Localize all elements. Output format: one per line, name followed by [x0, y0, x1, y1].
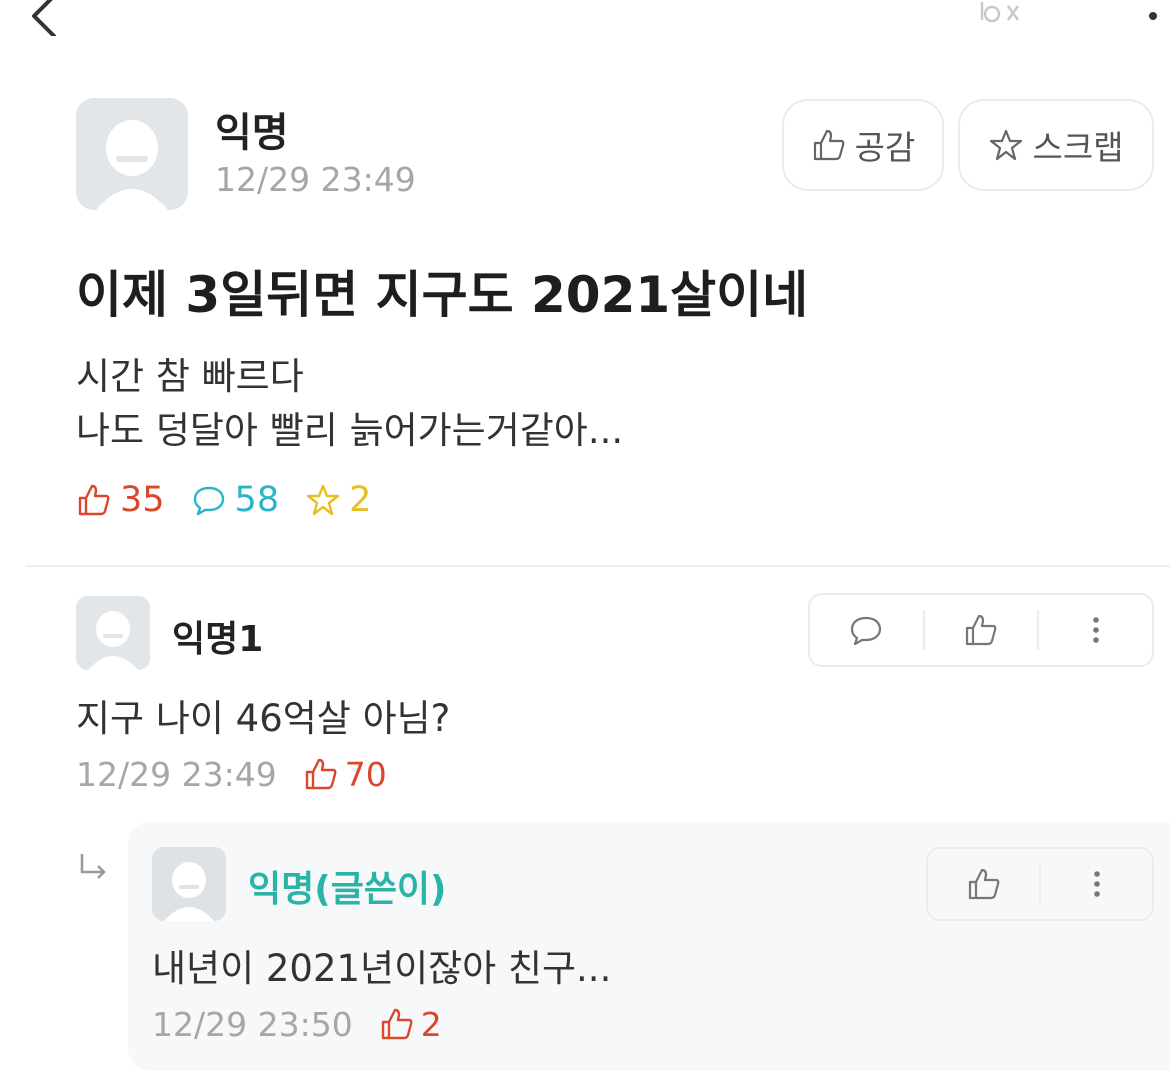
alarm-off-icon	[980, 2, 1020, 23]
like-count: 35	[76, 480, 165, 520]
section-divider	[26, 565, 1170, 567]
comment-actions	[808, 593, 1154, 667]
comment-timestamp: 12/29 23:49	[76, 754, 277, 794]
reply-author-avatar	[152, 847, 226, 921]
default-profile-icon	[76, 596, 150, 670]
like-post-button[interactable]: 공감	[782, 99, 944, 191]
comment-count-value: 58	[234, 480, 280, 520]
vertical-dots-icon	[1149, 12, 1157, 20]
report-button[interactable]	[970, 0, 1030, 34]
post-author-avatar	[76, 98, 188, 210]
post-stats: 35 58 2	[76, 478, 397, 522]
reply-meta: 12/29 23:50 2	[152, 1002, 442, 1046]
scrap-count-value: 2	[349, 480, 372, 520]
thumbs-up-icon	[381, 1008, 413, 1040]
post-timestamp: 12/29 23:49	[215, 160, 416, 199]
reply-comment-button[interactable]	[810, 595, 923, 665]
reply-like-count: 2	[379, 1005, 442, 1044]
chevron-left-icon	[32, 0, 56, 38]
reply-timestamp: 12/29 23:50	[152, 1004, 353, 1044]
like-comment-button[interactable]	[925, 595, 1038, 665]
default-profile-icon	[76, 98, 188, 210]
more-options-button[interactable]	[1138, 0, 1168, 38]
default-profile-icon	[152, 847, 226, 921]
reply-text: 내년이 2021년이잖아 친구...	[152, 947, 612, 990]
comment-meta: 12/29 23:49 70	[76, 752, 387, 796]
back-button[interactable]	[20, 0, 70, 38]
post-page: 익명 12/29 23:49 공감 스크랩 이제 3일뒤면 지구도 2021살이…	[0, 0, 1170, 1071]
like-post-label: 공감	[854, 128, 916, 167]
reply-more-button[interactable]	[1041, 849, 1152, 919]
scrap-post-label: 스크랩	[1032, 128, 1124, 167]
post-body-line: 나도 덩달아 빨리 늙어가는거같아...	[76, 409, 624, 452]
comment-author-name: 익명1	[172, 619, 264, 660]
comment-like-count: 70	[303, 755, 387, 794]
thumbs-up-icon	[78, 484, 110, 516]
post-body: 시간 참 빠르다 나도 덩달아 빨리 늙어가는거같아...	[76, 350, 623, 458]
comment-count: 58	[191, 480, 280, 520]
thumbs-up-icon	[305, 758, 337, 790]
scrap-post-button[interactable]: 스크랩	[958, 99, 1154, 191]
comment-like-value: 70	[344, 754, 387, 794]
star-icon	[306, 484, 340, 516]
post-title: 이제 3일뒤면 지구도 2021살이네	[76, 266, 809, 324]
like-count-value: 35	[120, 480, 165, 520]
top-bar	[0, 0, 1170, 60]
reply-like-value: 2	[420, 1004, 442, 1044]
post-body-line: 시간 참 빠르다	[76, 355, 304, 398]
post-author-name: 익명	[215, 110, 289, 156]
comment-text: 지구 나이 46억살 아님?	[76, 697, 451, 740]
thumbs-up-icon	[968, 868, 999, 900]
vertical-dots-icon	[1092, 617, 1099, 643]
thumbs-up-icon	[813, 129, 844, 161]
comment-more-button[interactable]	[1039, 595, 1152, 665]
star-icon	[990, 129, 1023, 161]
speech-bubble-icon	[193, 486, 224, 516]
reply-arrow-icon	[76, 850, 110, 884]
scrap-count: 2	[305, 480, 371, 520]
thumbs-up-icon	[965, 614, 997, 646]
comment-author-avatar	[76, 596, 150, 670]
vertical-dots-icon	[1093, 871, 1100, 897]
reply-author-name: 익명(글쓴이)	[248, 869, 447, 910]
like-reply-button[interactable]	[928, 849, 1039, 919]
reply-actions	[926, 847, 1154, 921]
speech-bubble-icon	[851, 616, 882, 646]
